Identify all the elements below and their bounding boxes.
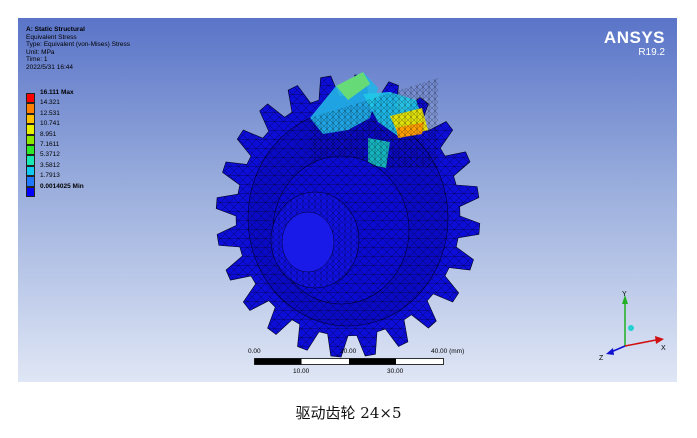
scale-bar: 0.00 20.00 40.00 (mm) 10.00 30.00 bbox=[248, 348, 476, 378]
triad-y-label: Y bbox=[622, 291, 627, 298]
scale-label-10: 10.00 bbox=[293, 368, 310, 375]
scale-label-30: 30.00 bbox=[387, 368, 404, 375]
triad-x-label: X bbox=[661, 345, 666, 352]
graphics-viewport[interactable]: A: Static Structural Equivalent Stress T… bbox=[18, 18, 677, 382]
figure-caption: 驱动齿轮 24×5 bbox=[295, 404, 402, 422]
scale-label-20: 20.00 bbox=[340, 348, 357, 355]
triad-z-label: Z bbox=[599, 355, 604, 362]
scale-bar-graphic bbox=[254, 358, 444, 365]
coordinate-triad[interactable]: Y X Z bbox=[598, 290, 668, 370]
gear-model[interactable] bbox=[18, 18, 677, 382]
scale-label-0: 0.00 bbox=[248, 348, 261, 355]
scale-label-40: 40.00 (mm) bbox=[431, 348, 465, 355]
